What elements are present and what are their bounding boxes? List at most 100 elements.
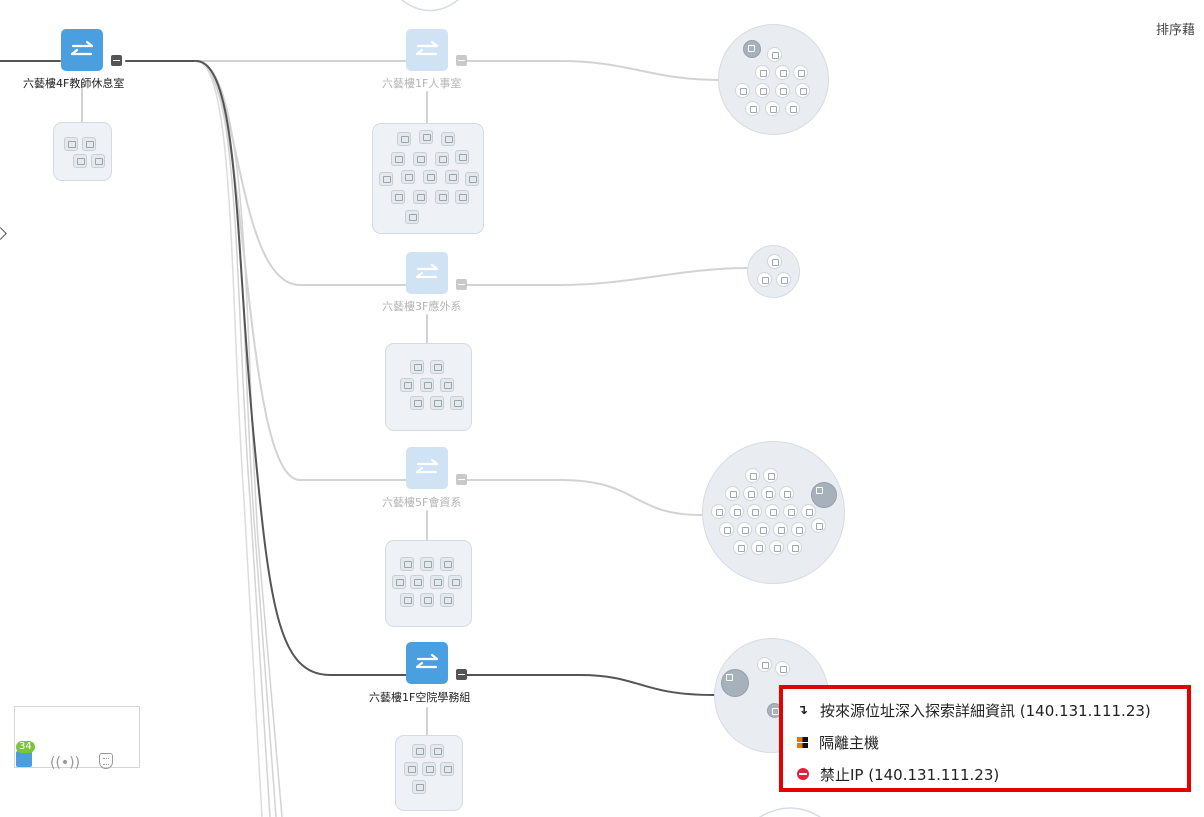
collapse-icon[interactable] — [111, 55, 122, 66]
host-icon[interactable] — [775, 83, 790, 98]
host-icon[interactable] — [795, 83, 810, 98]
host-icon[interactable] — [737, 522, 752, 537]
device-icon[interactable] — [400, 593, 414, 607]
device-icon[interactable] — [391, 190, 405, 204]
collapse-icon[interactable] — [456, 279, 467, 290]
device-icon[interactable] — [450, 396, 464, 410]
device-icon[interactable] — [410, 360, 424, 374]
drill-down-menu-item[interactable]: ↴ 按來源位址深入探索詳細資訊 (140.131.111.23) — [797, 698, 1151, 722]
device-icon[interactable] — [412, 780, 426, 794]
host-icon[interactable] — [779, 486, 794, 501]
device-icon[interactable] — [410, 575, 424, 589]
device-icon[interactable] — [423, 170, 437, 184]
host-icon[interactable] — [745, 468, 760, 483]
host-icon[interactable] — [757, 272, 772, 287]
collapse-icon[interactable] — [456, 669, 467, 680]
host-icon[interactable] — [811, 482, 837, 508]
host-icon[interactable] — [775, 661, 790, 676]
device-icon[interactable] — [420, 593, 434, 607]
device-icon[interactable] — [441, 132, 455, 146]
collapse-icon[interactable] — [456, 55, 467, 66]
device-icon[interactable] — [455, 150, 469, 164]
host-icon[interactable] — [763, 468, 778, 483]
host-icon[interactable] — [773, 522, 788, 537]
host-icon[interactable] — [767, 254, 782, 269]
host-icon[interactable] — [785, 101, 800, 116]
host-cluster[interactable] — [702, 441, 845, 584]
device-icon[interactable] — [430, 575, 444, 589]
host-icon[interactable] — [761, 486, 776, 501]
device-icon[interactable] — [401, 170, 415, 184]
host-icon[interactable] — [719, 522, 734, 537]
host-icon[interactable] — [751, 540, 766, 555]
host-icon[interactable] — [776, 272, 791, 287]
device-icon[interactable] — [435, 190, 449, 204]
host-icon[interactable] — [791, 522, 806, 537]
shield-icon[interactable] — [99, 753, 113, 769]
device-group[interactable] — [385, 540, 472, 627]
device-icon[interactable] — [412, 744, 426, 758]
host-icon[interactable] — [765, 101, 780, 116]
switch-label[interactable]: 六藝樓3F應外系 — [382, 298, 461, 314]
switch-icon[interactable] — [61, 29, 103, 71]
device-icon[interactable] — [400, 378, 414, 392]
switch-icon[interactable] — [16, 751, 32, 767]
switch-icon[interactable] — [406, 642, 448, 684]
sort-label[interactable]: 排序藉 — [1156, 19, 1195, 38]
device-icon[interactable] — [73, 154, 87, 168]
device-icon[interactable] — [440, 557, 454, 571]
host-icon[interactable] — [767, 47, 782, 62]
device-icon[interactable] — [419, 130, 433, 144]
host-icon[interactable] — [793, 65, 808, 80]
device-icon[interactable] — [435, 152, 449, 166]
device-icon[interactable] — [91, 154, 105, 168]
switch-icon[interactable] — [406, 29, 448, 71]
device-icon[interactable] — [440, 593, 454, 607]
device-icon[interactable] — [397, 132, 411, 146]
device-icon[interactable] — [455, 190, 469, 204]
host-icon[interactable] — [743, 40, 761, 58]
device-icon[interactable] — [430, 360, 444, 374]
switch-label[interactable]: 六藝樓1F人事室 — [382, 75, 461, 91]
device-icon[interactable] — [405, 210, 419, 224]
device-icon[interactable] — [420, 378, 434, 392]
device-icon[interactable] — [413, 152, 427, 166]
host-icon[interactable] — [755, 65, 770, 80]
switch-icon[interactable] — [406, 252, 448, 294]
device-group[interactable] — [385, 343, 472, 431]
host-icon[interactable] — [733, 540, 748, 555]
device-icon[interactable] — [445, 170, 459, 184]
host-icon[interactable] — [729, 504, 744, 519]
device-group[interactable] — [395, 735, 463, 811]
host-icon[interactable] — [755, 522, 770, 537]
switch-label[interactable]: 六藝樓5F會資系 — [382, 494, 461, 510]
device-icon[interactable] — [64, 137, 78, 151]
host-cluster[interactable] — [718, 24, 829, 135]
device-icon[interactable] — [404, 762, 418, 776]
device-icon[interactable] — [400, 557, 414, 571]
device-icon[interactable] — [392, 575, 406, 589]
host-icon[interactable] — [783, 504, 798, 519]
host-icon[interactable] — [721, 669, 749, 697]
host-icon[interactable] — [757, 657, 772, 672]
device-icon[interactable] — [410, 396, 424, 410]
host-icon[interactable] — [711, 504, 726, 519]
host-icon[interactable] — [755, 83, 770, 98]
switch-label[interactable]: 六藝樓1F空院學務組 — [369, 689, 470, 705]
device-icon[interactable] — [82, 137, 96, 151]
quarantine-menu-item[interactable]: 隔離主機 — [797, 730, 879, 754]
host-icon[interactable] — [735, 83, 750, 98]
host-icon[interactable] — [811, 518, 826, 533]
host-icon[interactable] — [747, 504, 762, 519]
host-icon[interactable] — [765, 504, 780, 519]
device-icon[interactable] — [448, 575, 462, 589]
host-icon[interactable] — [801, 504, 816, 519]
host-icon[interactable] — [775, 65, 790, 80]
device-group[interactable] — [53, 122, 112, 181]
device-icon[interactable] — [440, 762, 454, 776]
device-icon[interactable] — [420, 557, 434, 571]
device-group[interactable] — [372, 123, 484, 234]
device-icon[interactable] — [391, 152, 405, 166]
device-icon[interactable] — [430, 396, 444, 410]
collapse-icon[interactable] — [456, 474, 467, 485]
